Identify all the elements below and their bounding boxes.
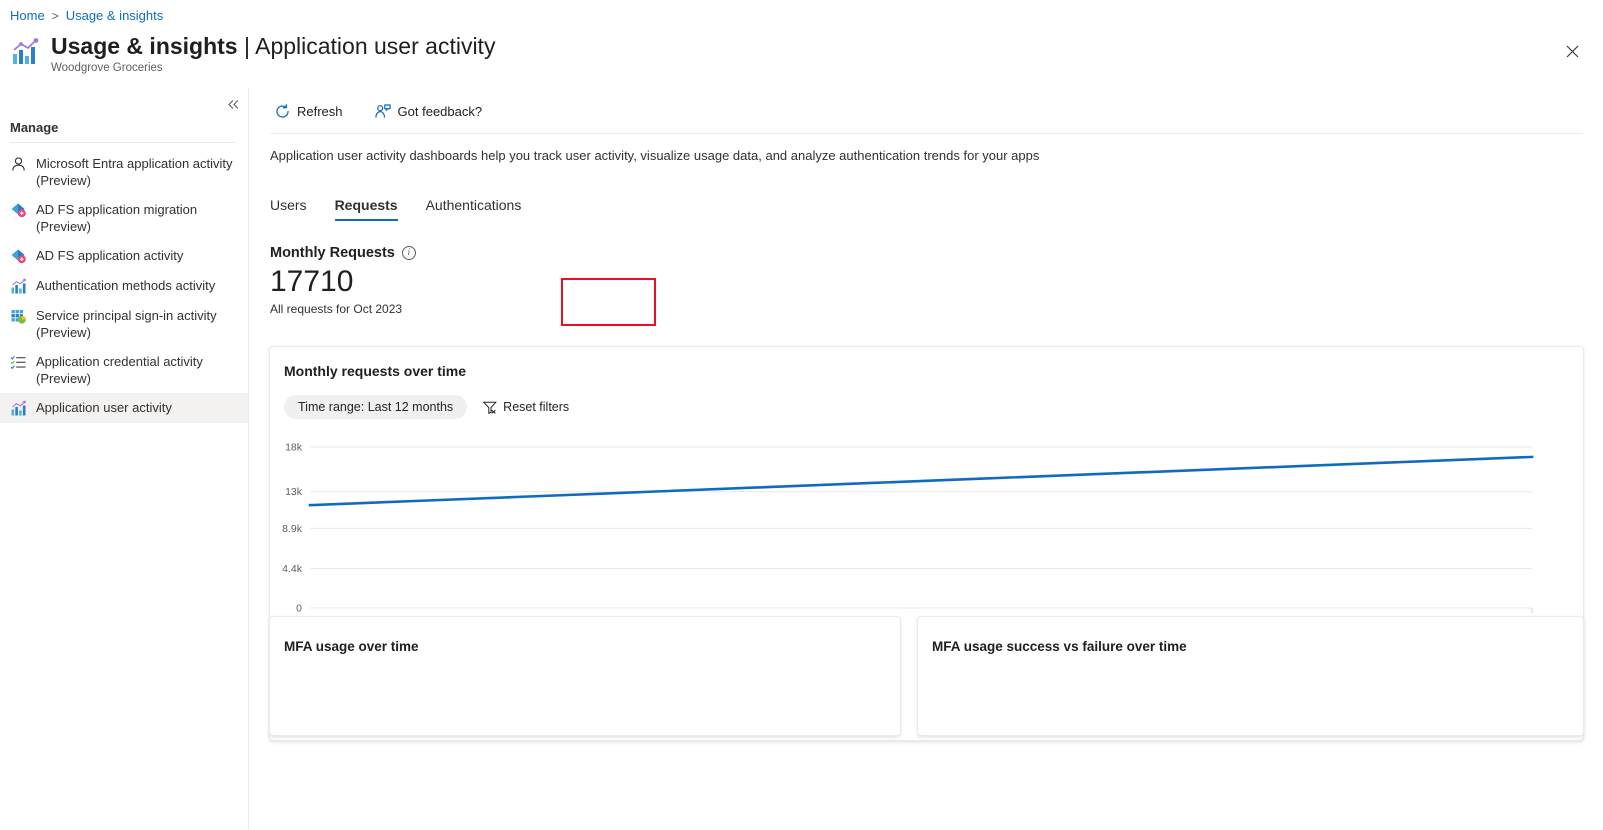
adfs-icon: [11, 249, 26, 264]
got-feedback-button[interactable]: Got feedback?: [370, 100, 488, 123]
breadcrumb-usage-insights[interactable]: Usage & insights: [66, 8, 164, 23]
sidebar-item-label: Microsoft Entra application activity (Pr…: [36, 156, 233, 188]
time-range-filter-pill[interactable]: Time range: Last 12 months: [284, 395, 468, 419]
chart-gridlines: [310, 446, 1532, 609]
tab-label: Users: [270, 197, 307, 213]
refresh-icon: [276, 104, 289, 118]
command-bar: Refresh Got feedback?: [249, 88, 1603, 123]
tab-list: Users Requests Authentications: [249, 163, 1603, 223]
adfs-icon: [11, 203, 26, 218]
page-title-bold: Usage & insights: [51, 33, 238, 59]
chart-bar-icon: [11, 400, 26, 416]
chart-filters: Time range: Last 12 months Reset filters: [270, 379, 1583, 419]
tab-users[interactable]: Users: [270, 191, 321, 223]
tab-label: Requests: [334, 197, 398, 213]
reset-filters-label: Reset filters: [503, 400, 570, 414]
refresh-label: Refresh: [297, 104, 343, 119]
y-axis-tick-label: 4.4k: [282, 563, 303, 575]
info-icon[interactable]: i: [401, 246, 416, 260]
monthly-requests-chart: 04.4k8.9k13k18k Oct: [270, 435, 1583, 635]
kpi-monthly-requests: Monthly Requests i 17710 All requests fo…: [249, 223, 1603, 316]
sidebar-divider: [10, 142, 236, 143]
y-axis-tick-label: 18k: [285, 442, 303, 454]
page-header: Usage & insights | Application user acti…: [10, 33, 495, 74]
card-title: Monthly requests over time: [284, 363, 467, 379]
kpi-header: Monthly Requests i: [270, 245, 1603, 261]
kpi-subtitle: All requests for Oct 2023: [270, 302, 403, 316]
page-title-section: Application user activity: [255, 33, 496, 59]
kpi-title: Monthly Requests: [270, 245, 395, 261]
close-button[interactable]: [1559, 38, 1585, 64]
feedback-label: Got feedback?: [397, 104, 483, 119]
page-title-divider: |: [244, 33, 250, 59]
tab-authentications[interactable]: Authentications: [412, 191, 536, 223]
chevron-double-left-icon: [227, 99, 238, 109]
close-icon: [1566, 45, 1578, 57]
grid-pie-icon: [11, 310, 26, 324]
y-axis-tick-label: 13k: [285, 486, 303, 498]
mfa-success-vs-failure-card: MFA usage success vs failure over time: [917, 616, 1584, 736]
feedback-person-icon: [374, 104, 391, 118]
chart-series: [308, 455, 1534, 507]
chart-y-axis-labels: 0 4.4k 8.9k 13k 18k: [282, 442, 303, 615]
kpi-value: 17710: [270, 265, 354, 298]
y-axis-tick-label: 8.9k: [282, 523, 303, 535]
card-title: MFA usage success vs failure over time: [932, 639, 1187, 654]
sidebar-item-label: Service principal sign-in activity (Prev…: [36, 308, 217, 340]
content-area: Refresh Got feedback? Application user a…: [249, 88, 1603, 830]
sidebar-item-label: Application user activity: [36, 400, 172, 415]
checklist-icon: [10, 355, 26, 370]
chart-bar-icon: [11, 278, 26, 294]
breadcrumb: Home > Usage & insights: [10, 8, 163, 23]
breadcrumb-home[interactable]: Home: [10, 8, 45, 23]
sidebar-item-entra-application-activity[interactable]: Microsoft Entra application activity (Pr…: [0, 149, 248, 195]
chart-bar-icon: [13, 38, 39, 64]
breadcrumb-separator: >: [51, 8, 59, 23]
chart-canvas: 04.4k8.9k13k18k Oct: [282, 442, 1540, 634]
sidebar-item-adfs-application-activity[interactable]: AD FS application activity: [0, 241, 248, 271]
sidebar-item-label: AD FS application migration (Preview): [36, 202, 198, 234]
sidebar-item-service-principal-sign-in-activity[interactable]: Service principal sign-in activity (Prev…: [0, 301, 248, 347]
portal-page: Home > Usage & insights Usage & insights…: [0, 0, 1603, 830]
mfa-usage-over-time-card: MFA usage over time: [269, 616, 901, 736]
sidebar-item-application-credential-activity[interactable]: Application credential activity (Preview…: [0, 347, 248, 393]
sidebar-item-label: AD FS application activity: [36, 248, 184, 263]
series-line: [308, 455, 1534, 507]
sidebar: Manage Microsoft Entra application activ…: [0, 88, 249, 830]
sidebar-collapse-button[interactable]: [222, 93, 244, 115]
reset-filters-button[interactable]: Reset filters: [483, 400, 569, 414]
sidebar-item-adfs-application-migration[interactable]: AD FS application migration (Preview): [0, 195, 248, 241]
tab-requests[interactable]: Requests: [321, 191, 412, 223]
sidebar-item-authentication-methods-activity[interactable]: Authentication methods activity: [0, 271, 248, 301]
page-description: Application user activity dashboards hel…: [270, 148, 1040, 163]
sidebar-section-manage: Manage: [10, 120, 59, 135]
tab-label: Authentications: [425, 197, 522, 213]
person-icon: [12, 157, 25, 171]
page-title: Usage & insights | Application user acti…: [51, 33, 495, 60]
card-title: MFA usage over time: [284, 639, 419, 654]
page-subtitle: Woodgrove Groceries: [51, 62, 163, 74]
filter-clear-icon: [483, 401, 498, 414]
sidebar-item-label: Application credential activity (Preview…: [36, 354, 203, 386]
y-axis-tick-label: 0: [296, 603, 302, 615]
sidebar-item-label: Authentication methods activity: [36, 278, 216, 293]
sidebar-item-application-user-activity[interactable]: Application user activity: [0, 393, 248, 423]
refresh-button[interactable]: Refresh: [270, 100, 348, 123]
